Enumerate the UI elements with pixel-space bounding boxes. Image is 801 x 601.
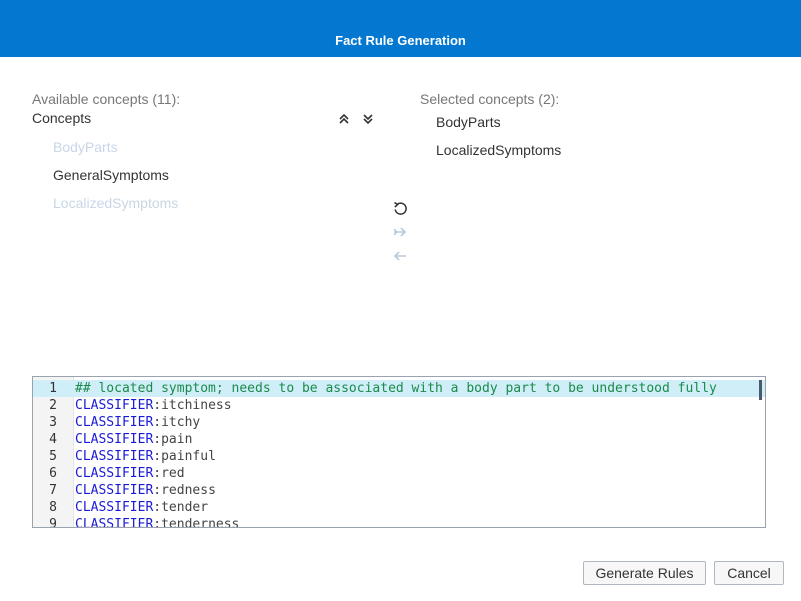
expand-all-icon[interactable] xyxy=(359,110,377,128)
move-right-icon xyxy=(391,223,409,241)
selected-item-localizedsymptoms[interactable]: LocalizedSymptoms xyxy=(436,142,561,158)
line-text: :tenderness xyxy=(153,517,240,528)
editor-line: 9 CLASSIFIER:tenderness xyxy=(33,516,765,528)
line-keyword: CLASSIFIER xyxy=(75,517,154,528)
concepts-group-label: Concepts xyxy=(32,110,92,126)
line-number: 6 xyxy=(49,466,57,481)
editor-line: 5 CLASSIFIER:painful xyxy=(33,448,765,465)
line-number: 7 xyxy=(49,483,57,498)
cancel-button[interactable]: Cancel xyxy=(714,561,784,585)
selected-concepts-heading: Selected concepts (2): xyxy=(420,91,560,107)
editor-line: 4 CLASSIFIER:pain xyxy=(33,431,765,448)
line-text: :red xyxy=(153,466,185,481)
line-number: 4 xyxy=(49,432,57,447)
dialog-title: Fact Rule Generation xyxy=(335,33,466,48)
line-keyword: CLASSIFIER xyxy=(75,415,154,430)
editor-line: 2 CLASSIFIER:itchiness xyxy=(33,397,765,414)
line-keyword: CLASSIFIER xyxy=(75,398,154,413)
line-keyword: CLASSIFIER xyxy=(75,500,154,515)
available-item-generalsymptoms[interactable]: GeneralSymptoms xyxy=(53,167,169,183)
line-text: :painful xyxy=(153,449,216,464)
line-text: :redness xyxy=(153,483,216,498)
line-keyword: CLASSIFIER xyxy=(75,466,154,481)
editor-line: 8 CLASSIFIER:tender xyxy=(33,499,765,516)
line-text: ## located symptom; needs to be associat… xyxy=(75,381,717,396)
line-number: 1 xyxy=(49,381,57,396)
line-text: :itchy xyxy=(153,415,201,430)
line-keyword: CLASSIFIER xyxy=(75,483,154,498)
line-text: :pain xyxy=(153,432,193,447)
line-number: 9 xyxy=(49,517,57,528)
selected-item-bodyparts[interactable]: BodyParts xyxy=(436,114,501,130)
editor-line: 7 CLASSIFIER:redness xyxy=(33,482,765,499)
available-item-bodyparts: BodyParts xyxy=(53,139,118,155)
line-number: 3 xyxy=(49,415,57,430)
editor-line: 1 ## located symptom; needs to be associ… xyxy=(33,380,765,397)
editor-line: 6 CLASSIFIER:red xyxy=(33,465,765,482)
line-keyword: CLASSIFIER xyxy=(75,432,154,447)
line-keyword: CLASSIFIER xyxy=(75,449,154,464)
line-number: 2 xyxy=(49,398,57,413)
editor-line: 3 CLASSIFIER:itchy xyxy=(33,414,765,431)
line-number: 5 xyxy=(49,449,57,464)
line-text: :tender xyxy=(153,500,209,515)
available-item-localizedsymptoms: LocalizedSymptoms xyxy=(53,195,179,211)
rule-code-editor[interactable]: 1 ## located symptom; needs to be associ… xyxy=(32,376,766,528)
line-text: :itchiness xyxy=(153,398,232,413)
available-concepts-heading: Available concepts (11): xyxy=(32,91,181,107)
collapse-all-icon[interactable] xyxy=(335,110,353,128)
editor-scrollbar-thumb[interactable] xyxy=(759,380,762,400)
dialog-title-bar: Fact Rule Generation xyxy=(0,0,801,57)
undo-icon[interactable] xyxy=(391,199,409,217)
generate-rules-button[interactable]: Generate Rules xyxy=(583,561,706,585)
line-number: 8 xyxy=(49,500,57,515)
move-left-icon xyxy=(391,247,409,265)
